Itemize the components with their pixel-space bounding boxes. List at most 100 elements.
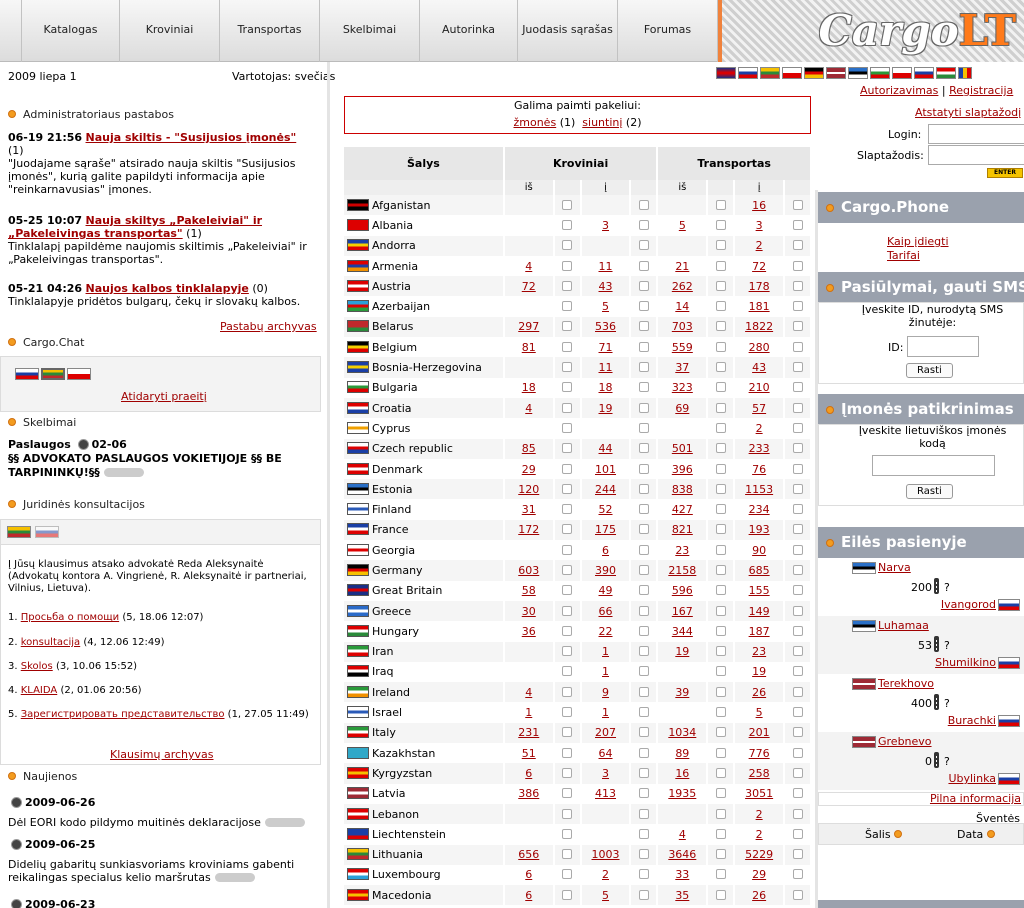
select-checkbox[interactable] [562,707,573,718]
select-checkbox[interactable] [792,219,803,230]
more-arrow-icon[interactable] [214,873,255,882]
select-checkbox[interactable] [638,362,649,373]
select-checkbox[interactable] [715,646,726,657]
count-link[interactable]: 210 [749,381,770,394]
count-link[interactable]: 4 [525,260,532,273]
select-checkbox[interactable] [638,585,649,596]
flag-ru-icon[interactable] [15,368,39,380]
select-checkbox[interactable] [562,585,573,596]
select-checkbox[interactable] [562,199,573,210]
count-link[interactable]: 685 [749,564,770,577]
count-link[interactable]: 22 [599,625,613,638]
count-link[interactable]: 18 [522,381,536,394]
login-input[interactable] [928,124,1024,144]
enter-button[interactable]: ENTER [987,168,1023,178]
legal-item-2-link[interactable]: konsultacija [21,637,80,648]
count-link[interactable]: 6 [525,767,532,780]
select-checkbox[interactable] [792,686,803,697]
select-checkbox[interactable] [792,585,803,596]
flag-bg-icon[interactable] [870,67,890,79]
select-checkbox[interactable] [715,402,726,413]
count-link[interactable]: 536 [595,320,616,333]
select-checkbox[interactable] [715,767,726,778]
count-link[interactable]: 193 [749,523,770,536]
select-checkbox[interactable] [715,666,726,677]
select-checkbox[interactable] [715,828,726,839]
count-link[interactable]: 1 [602,665,609,678]
select-checkbox[interactable] [792,889,803,900]
count-link[interactable]: 35 [675,889,689,902]
select-checkbox[interactable] [562,625,573,636]
legal-item-4-link[interactable]: KLAIDA [21,685,58,696]
count-link[interactable]: 390 [595,564,616,577]
count-link[interactable]: 58 [522,584,536,597]
count-link[interactable]: 16 [752,199,766,212]
count-link[interactable]: 5 [756,706,763,719]
count-link[interactable]: 11 [599,361,613,374]
pickup-people-link[interactable]: žmonės [513,116,556,129]
count-link[interactable]: 23 [752,645,766,658]
select-checkbox[interactable] [792,564,803,575]
select-checkbox[interactable] [638,686,649,697]
select-checkbox[interactable] [638,727,649,738]
select-checkbox[interactable] [562,767,573,778]
select-checkbox[interactable] [792,646,803,657]
count-link[interactable]: 178 [749,280,770,293]
select-checkbox[interactable] [792,524,803,535]
count-link[interactable]: 90 [752,544,766,557]
select-checkbox[interactable] [638,199,649,210]
select-checkbox[interactable] [638,260,649,271]
count-link[interactable]: 30 [522,605,536,618]
login-link[interactable]: Autorizavimas [860,84,938,97]
count-link[interactable]: 2 [756,239,763,252]
flag-lv-icon[interactable] [826,67,846,79]
select-checkbox[interactable] [562,219,573,230]
select-checkbox[interactable] [562,727,573,738]
select-checkbox[interactable] [715,524,726,535]
select-checkbox[interactable] [715,585,726,596]
flag-pl-icon[interactable] [782,67,802,79]
select-checkbox[interactable] [792,422,803,433]
select-checkbox[interactable] [562,240,573,251]
select-checkbox[interactable] [562,301,573,312]
select-checkbox[interactable] [715,564,726,575]
select-checkbox[interactable] [562,260,573,271]
legal-archive-link[interactable]: Klausimų archyvas [110,748,214,761]
select-checkbox[interactable] [792,828,803,839]
select-checkbox[interactable] [638,280,649,291]
select-checkbox[interactable] [792,341,803,352]
count-link[interactable]: 172 [518,523,539,536]
select-checkbox[interactable] [638,422,649,433]
select-checkbox[interactable] [715,321,726,332]
count-link[interactable]: 43 [752,361,766,374]
select-checkbox[interactable] [715,301,726,312]
select-checkbox[interactable] [562,747,573,758]
select-checkbox[interactable] [715,483,726,494]
select-checkbox[interactable] [562,544,573,555]
select-checkbox[interactable] [715,889,726,900]
count-link[interactable]: 71 [599,341,613,354]
count-link[interactable]: 3051 [745,787,773,800]
count-link[interactable]: 559 [672,341,693,354]
select-checkbox[interactable] [715,707,726,718]
count-link[interactable]: 396 [672,463,693,476]
select-checkbox[interactable] [638,524,649,535]
select-checkbox[interactable] [638,341,649,352]
holidays-date-col[interactable]: Data [957,828,995,841]
phone-install-link[interactable]: Kaip įdiegti [887,235,949,248]
flag-ro-icon[interactable] [958,67,972,79]
select-checkbox[interactable] [715,625,726,636]
count-link[interactable]: 838 [672,483,693,496]
select-checkbox[interactable] [562,849,573,860]
count-link[interactable]: 1822 [745,320,773,333]
select-checkbox[interactable] [715,240,726,251]
count-link[interactable]: 19 [599,402,613,415]
select-checkbox[interactable] [715,504,726,515]
flag-en-icon[interactable] [716,67,736,79]
count-link[interactable]: 181 [749,300,770,313]
count-link[interactable]: 1 [525,706,532,719]
register-link[interactable]: Registracija [949,84,1013,97]
flag-cz-icon[interactable] [892,67,912,79]
queue-origin-link[interactable]: Narva [878,561,911,574]
queue-destination-link[interactable]: Ivangorod [941,598,996,611]
